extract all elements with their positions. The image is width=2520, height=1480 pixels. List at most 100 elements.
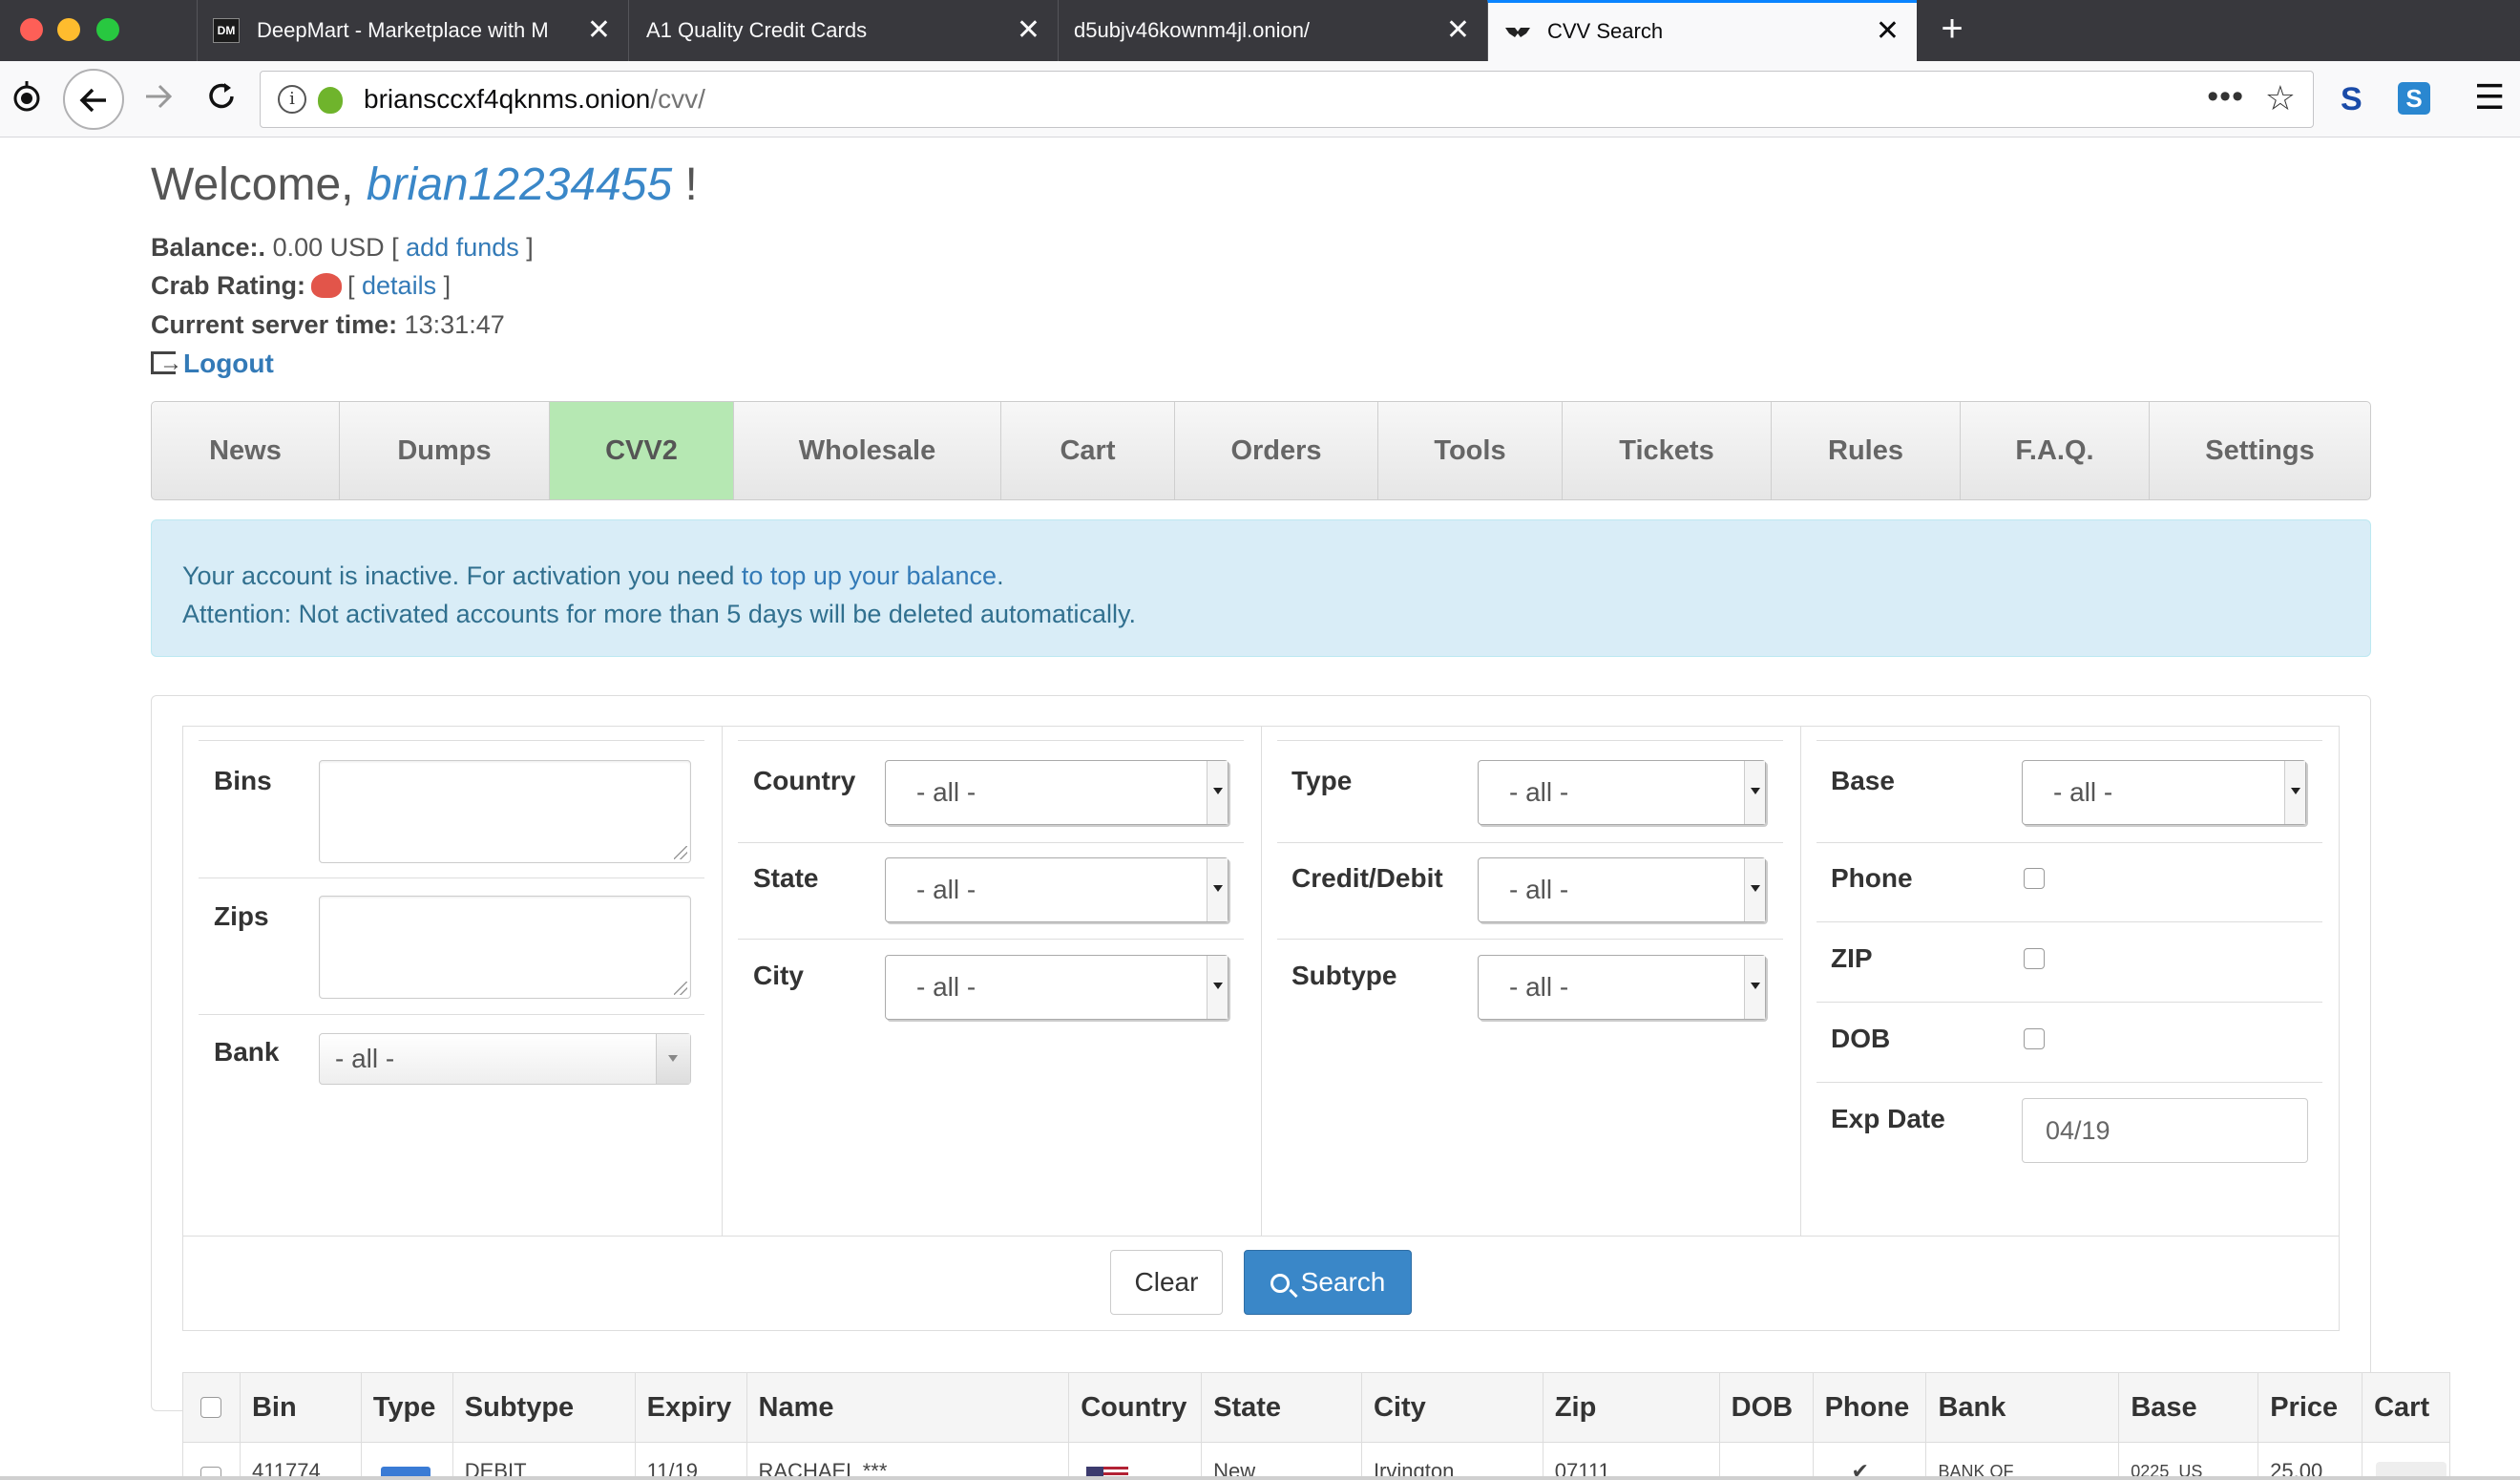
skype-extension-icon[interactable]: S: [2398, 82, 2430, 115]
extension-s-icon[interactable]: S: [2341, 82, 2362, 116]
window-zoom-button[interactable]: [96, 18, 119, 41]
search-icon: [1270, 1274, 1290, 1293]
browser-tab-cvv-search[interactable]: CVV Search ✕: [1487, 0, 1917, 61]
column-header-subtype[interactable]: Subtype: [453, 1373, 636, 1442]
back-button[interactable]: [63, 69, 124, 130]
zips-textarea[interactable]: [319, 896, 691, 999]
column-header-bin[interactable]: Bin: [241, 1373, 362, 1442]
column-header-zip[interactable]: Zip: [1544, 1373, 1720, 1442]
chevron-down-icon: [1744, 956, 1765, 1019]
bins-label: Bins: [214, 766, 272, 795]
server-time-line: Current server time: 13:31:47: [151, 310, 505, 339]
menu-item-orders[interactable]: Orders: [1175, 402, 1378, 499]
city-select[interactable]: - all -: [885, 955, 1228, 1020]
type-select[interactable]: - all -: [1478, 760, 1766, 825]
top-up-balance-link[interactable]: to top up your balance: [742, 561, 997, 590]
phone-label: Phone: [1831, 863, 1913, 893]
tor-onion-icon[interactable]: [8, 80, 46, 121]
browser-tab-a1-quality[interactable]: A1 Quality Credit Cards ✕: [628, 0, 1058, 61]
bookmark-star-icon[interactable]: ☆: [2265, 75, 2296, 121]
state-label: State: [753, 863, 819, 893]
menu-item-wholesale[interactable]: Wholesale: [734, 402, 1001, 499]
details-link[interactable]: details: [362, 271, 436, 300]
column-header-expiry[interactable]: Expiry: [636, 1373, 747, 1442]
page-actions-icon[interactable]: •••: [2207, 72, 2244, 121]
column-header-cart[interactable]: Cart: [2362, 1373, 2449, 1442]
close-icon[interactable]: ✕: [1446, 0, 1470, 61]
cell-base: 0225_US: [2119, 1443, 2259, 1479]
column-header-country[interactable]: Country: [1069, 1373, 1203, 1442]
url-bar[interactable]: i briansccxf4qknms.onion/cvv/ ••• ☆: [260, 71, 2314, 128]
info-icon[interactable]: i: [278, 85, 306, 114]
column-header-bank[interactable]: Bank: [1926, 1373, 2120, 1442]
menu-item-cvv2[interactable]: CVV2: [550, 402, 734, 499]
forward-button[interactable]: [139, 80, 178, 121]
zip-label: ZIP: [1831, 943, 1873, 973]
alert-line-1: Your account is inactive. For activation…: [182, 561, 1004, 590]
base-label: Base: [1831, 766, 1895, 795]
add-funds-link[interactable]: add funds: [406, 233, 519, 262]
base-select[interactable]: - all -: [2022, 760, 2306, 825]
select-all-checkbox[interactable]: [200, 1397, 221, 1418]
credit-debit-select[interactable]: - all -: [1478, 857, 1766, 922]
cell-city: Irvington: [1362, 1443, 1544, 1479]
clear-button[interactable]: Clear: [1110, 1250, 1223, 1315]
column-header-price[interactable]: Price: [2258, 1373, 2363, 1442]
row-select-cell: [183, 1443, 241, 1479]
browser-tab-deepmart[interactable]: DM DeepMart - Marketplace with M ✕: [197, 0, 628, 61]
new-tab-button[interactable]: +: [1928, 0, 1976, 61]
column-header-type[interactable]: Type: [362, 1373, 453, 1442]
column-header-state[interactable]: State: [1202, 1373, 1362, 1442]
close-icon[interactable]: ✕: [1017, 0, 1040, 61]
window-minimize-button[interactable]: [57, 18, 80, 41]
credit-debit-label: Credit/Debit: [1292, 863, 1443, 893]
column-header-phone[interactable]: Phone: [1814, 1373, 1927, 1442]
column-header-name[interactable]: Name: [747, 1373, 1070, 1442]
menu-item-tools[interactable]: Tools: [1378, 402, 1563, 499]
menu-item-dumps[interactable]: Dumps: [340, 402, 550, 499]
username-link[interactable]: brian12234455: [367, 159, 672, 210]
menu-item-cart[interactable]: Cart: [1001, 402, 1175, 499]
balance-line: Balance:. 0.00 USD [ add funds ]: [151, 233, 534, 262]
onion-site-icon: [318, 87, 343, 114]
column-header-base[interactable]: Base: [2119, 1373, 2259, 1442]
reload-button[interactable]: [202, 80, 241, 121]
column-header-city[interactable]: City: [1362, 1373, 1544, 1442]
state-select[interactable]: - all -: [885, 857, 1228, 922]
balance-value: 0.00 USD: [272, 233, 385, 262]
cell-country: [1069, 1443, 1203, 1479]
menu-item-news[interactable]: News: [152, 402, 340, 499]
country-select[interactable]: - all -: [885, 760, 1228, 825]
country-label: Country: [753, 766, 856, 795]
dob-checkbox[interactable]: [2024, 1028, 2045, 1049]
logout-icon: [151, 345, 182, 383]
exp-date-label: Exp Date: [1831, 1104, 1945, 1133]
subtype-label: Subtype: [1292, 961, 1397, 990]
subtype-select[interactable]: - all -: [1478, 955, 1766, 1020]
dob-label: DOB: [1831, 1024, 1891, 1053]
close-icon[interactable]: ✕: [1876, 3, 1900, 60]
chevron-down-icon: [2284, 761, 2305, 824]
crab-rating-line: Crab Rating:[ details ]: [151, 271, 452, 300]
chevron-down-icon: [1744, 858, 1765, 921]
cell-subtype: DEBIT: [453, 1443, 636, 1479]
bank-select[interactable]: - all -: [319, 1033, 691, 1085]
search-button[interactable]: Search: [1244, 1250, 1412, 1315]
bins-textarea[interactable]: [319, 760, 691, 863]
cell-zip: 07111: [1544, 1443, 1720, 1479]
menu-item-rules[interactable]: Rules: [1772, 402, 1961, 499]
close-icon[interactable]: ✕: [587, 0, 611, 61]
browser-tab-onion[interactable]: d5ubjv46kownm4jl.onion/ ✕: [1058, 0, 1487, 61]
phone-checkbox[interactable]: [2024, 868, 2045, 889]
menu-item-settings[interactable]: Settings: [2150, 402, 2370, 499]
logout-link[interactable]: Logout: [151, 345, 274, 383]
column-header-dob[interactable]: DOB: [1720, 1373, 1814, 1442]
hamburger-menu-icon[interactable]: ☰: [2474, 78, 2505, 116]
menu-item-tickets[interactable]: Tickets: [1563, 402, 1772, 499]
tab-title: d5ubjv46kownm4jl.onion/: [1074, 18, 1311, 42]
url-text[interactable]: briansccxf4qknms.onion/cvv/: [364, 72, 705, 127]
exp-date-input[interactable]: 04/19: [2022, 1098, 2308, 1163]
menu-item-faq[interactable]: F.A.Q.: [1961, 402, 2150, 499]
zip-checkbox[interactable]: [2024, 948, 2045, 969]
window-close-button[interactable]: [20, 18, 43, 41]
